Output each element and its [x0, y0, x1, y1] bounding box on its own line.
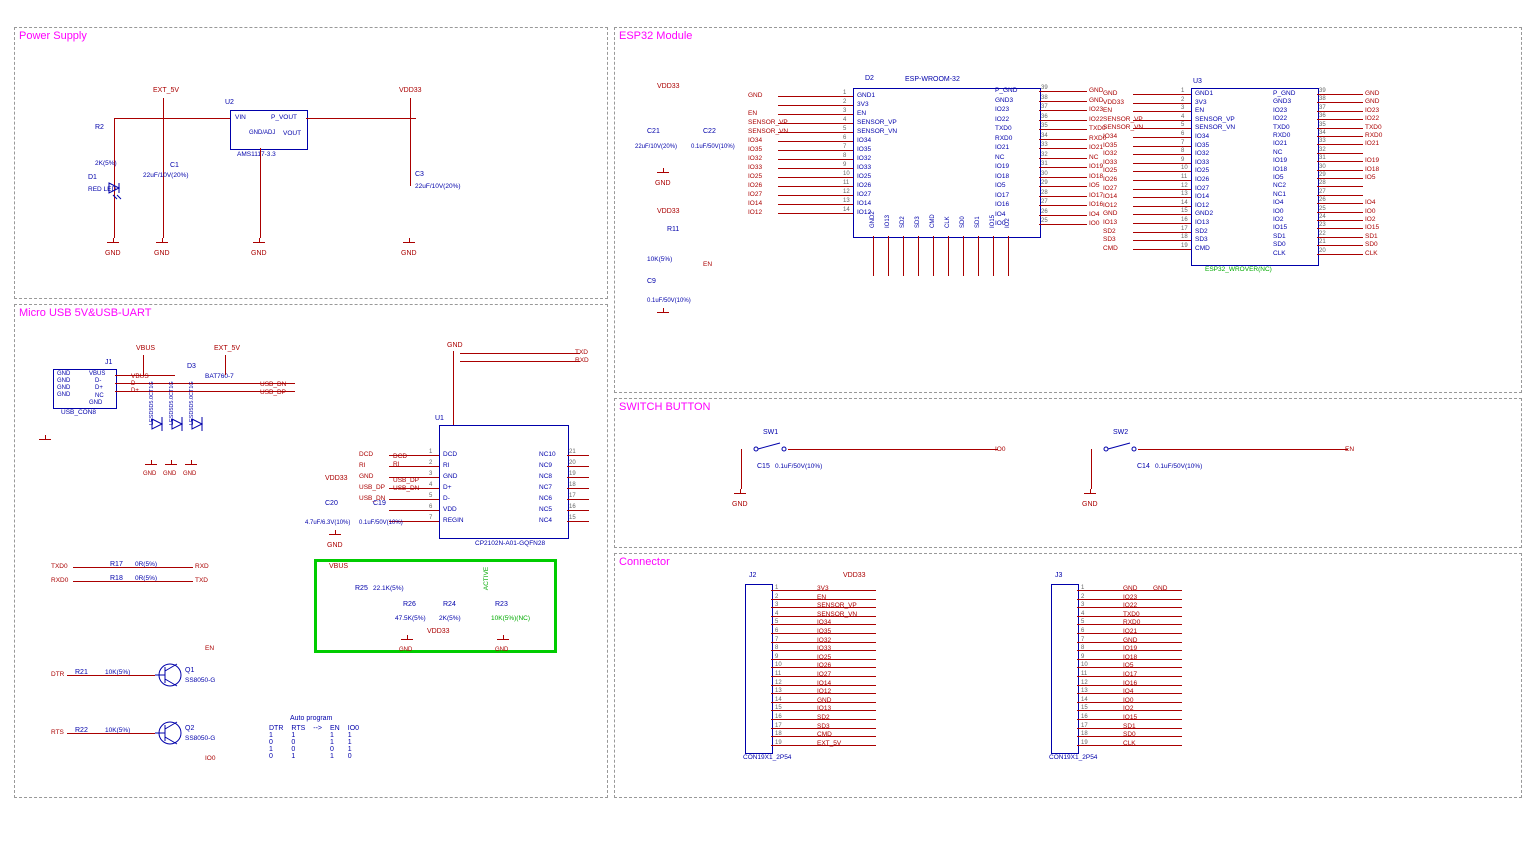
- ic-j2: [745, 584, 773, 754]
- connector-sheet: Connector J2 J3 VDD33 13V32EN3SENSOR_VP4…: [614, 553, 1522, 798]
- refdes-c3: C3: [415, 171, 424, 178]
- pin-vout: VOUT: [283, 130, 301, 137]
- pin-vin: VIN: [235, 114, 246, 121]
- net-vdd33: VDD33: [399, 87, 422, 94]
- gnd-icon: [156, 238, 170, 248]
- val-u2: AMS1117-3.3: [237, 151, 276, 158]
- val-c3: 22uF/10V(20%): [415, 183, 461, 190]
- sheet-title: SWITCH BUTTON: [619, 401, 710, 413]
- val-u1: CP2102N-A01-GQFN28: [475, 540, 545, 547]
- val-r2: 2K(5%): [95, 160, 117, 167]
- power-supply-sheet: Power Supply EXT_5V VDD33 U2 VIN GND/ADJ…: [14, 27, 608, 299]
- usb-uart-sheet: Micro USB 5V&USB-UART J1 USB_CON8 GND GN…: [14, 304, 608, 798]
- gnd-icon: [107, 238, 121, 248]
- refdes-r2: R2: [95, 124, 104, 131]
- refdes-d1: D1: [88, 174, 97, 181]
- sheet-title: Connector: [619, 556, 670, 568]
- ic-j3: [1051, 584, 1079, 754]
- switch-icon: [750, 439, 790, 455]
- highlight-box: [314, 559, 557, 653]
- gnd-label: GND: [105, 250, 121, 257]
- ic-wrover: [1191, 88, 1319, 266]
- tvs-icon: [150, 409, 220, 449]
- esp32-sheet: ESP32 Module D2 VDD33 C21 22uF/10V(20%) …: [614, 27, 1522, 393]
- net-vbus: VBUS: [136, 345, 155, 352]
- refdes-j1: J1: [105, 359, 112, 366]
- val-d3: BAT760-7: [205, 373, 234, 380]
- val-c1: 22uF/10V(20%): [143, 172, 189, 179]
- refdes-d2: D2: [865, 75, 874, 82]
- switch-icon: [1100, 439, 1140, 455]
- pin-adj: GND/ADJ: [249, 130, 275, 136]
- refdes-u2: U2: [225, 99, 234, 106]
- sheet-title: Power Supply: [19, 30, 87, 42]
- transistor-icon: [155, 660, 185, 690]
- transistor-icon: [155, 718, 185, 748]
- net-vdd33: VDD33: [325, 475, 348, 482]
- refdes-d3: D3: [187, 363, 196, 370]
- pin-pvout: P_VOUT: [271, 114, 297, 121]
- net-ext5v: EXT_5V: [153, 87, 179, 94]
- sheet-title: Micro USB 5V&USB-UART: [19, 307, 151, 319]
- sheet-title: ESP32 Module: [619, 30, 692, 42]
- gnd-icon: [253, 238, 267, 248]
- auto-program-table: DTRRTS-->ENIO0 1111001110010110: [265, 725, 363, 760]
- gnd-icon: [403, 238, 417, 248]
- val-j1: USB_CON8: [61, 409, 96, 416]
- net-ext5v: EXT_5V: [214, 345, 240, 352]
- switch-sheet: SWITCH BUTTON SW1 SW2 IO0 EN C15 0.1uF/5…: [614, 398, 1522, 548]
- led-icon: [105, 183, 125, 201]
- refdes-u1: U1: [435, 415, 444, 422]
- refdes-c1: C1: [170, 162, 179, 169]
